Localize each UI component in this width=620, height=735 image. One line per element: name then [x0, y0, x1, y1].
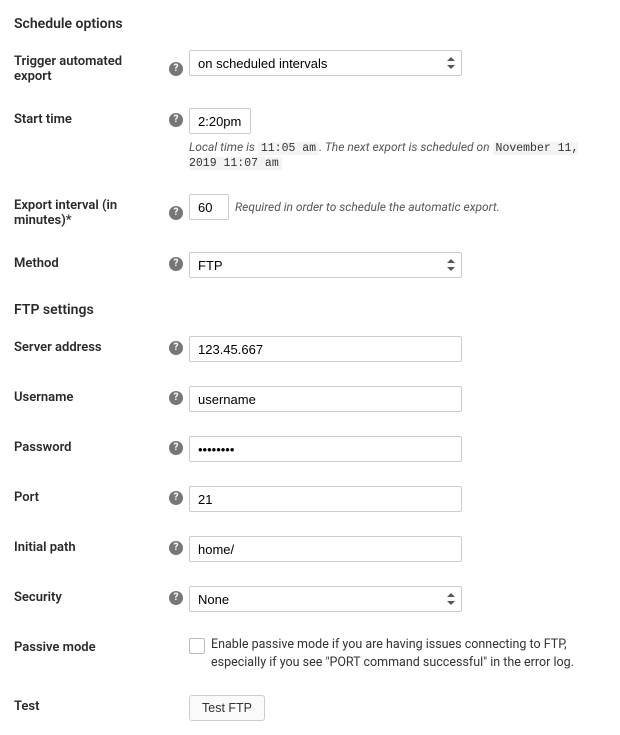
row-trigger: Trigger automated export ? on scheduled … [14, 50, 606, 84]
password-input[interactable] [189, 436, 462, 462]
passive-label: Passive mode [14, 640, 96, 655]
row-test: Test Test FTP [14, 695, 606, 721]
help-icon[interactable]: ? [169, 491, 183, 505]
start-time-hint: Local time is 11:05 am. The next export … [189, 140, 606, 170]
security-select[interactable]: None [189, 586, 462, 612]
initial-path-label: Initial path [14, 540, 76, 555]
security-label: Security [14, 590, 62, 605]
row-server: Server address ? [14, 336, 606, 362]
interval-hint: Required in order to schedule the automa… [235, 200, 500, 214]
passive-desc: Enable passive mode if you are having is… [211, 636, 606, 671]
help-icon[interactable]: ? [169, 341, 183, 355]
method-label: Method [14, 256, 59, 271]
help-icon[interactable]: ? [169, 257, 183, 271]
server-input[interactable] [189, 336, 462, 362]
row-passive: Passive mode Enable passive mode if you … [14, 636, 606, 671]
help-icon[interactable]: ? [169, 206, 183, 220]
help-icon[interactable]: ? [169, 591, 183, 605]
row-password: Password ? [14, 436, 606, 462]
username-label: Username [14, 390, 73, 405]
start-time-label: Start time [14, 112, 72, 127]
interval-label: Export interval (in minutes)* [14, 198, 161, 228]
row-start-time: Start time ? Local time is 11:05 am. The… [14, 108, 606, 170]
username-input[interactable] [189, 386, 462, 412]
schedule-options-heading: Schedule options [14, 16, 606, 32]
initial-path-input[interactable] [189, 536, 462, 562]
password-label: Password [14, 440, 71, 455]
server-label: Server address [14, 340, 102, 355]
port-label: Port [14, 490, 39, 505]
test-ftp-button[interactable]: Test FTP [189, 695, 265, 721]
trigger-label: Trigger automated export [14, 54, 161, 84]
method-select[interactable]: FTP [189, 252, 462, 278]
row-security: Security ? None [14, 586, 606, 612]
row-username: Username ? [14, 386, 606, 412]
row-initial-path: Initial path ? [14, 536, 606, 562]
row-port: Port ? [14, 486, 606, 512]
passive-checkbox[interactable] [189, 638, 205, 654]
help-icon[interactable]: ? [169, 441, 183, 455]
start-time-input[interactable] [189, 108, 251, 134]
help-icon[interactable]: ? [169, 541, 183, 555]
trigger-select[interactable]: on scheduled intervals [189, 50, 462, 76]
test-label: Test [14, 699, 39, 714]
row-interval: Export interval (in minutes)* ? Required… [14, 194, 606, 228]
help-icon[interactable]: ? [169, 391, 183, 405]
help-icon[interactable]: ? [169, 113, 183, 127]
ftp-settings-heading: FTP settings [14, 302, 606, 318]
help-icon[interactable]: ? [169, 62, 183, 76]
port-input[interactable] [189, 486, 462, 512]
row-method: Method ? FTP [14, 252, 606, 278]
interval-input[interactable] [189, 194, 229, 220]
